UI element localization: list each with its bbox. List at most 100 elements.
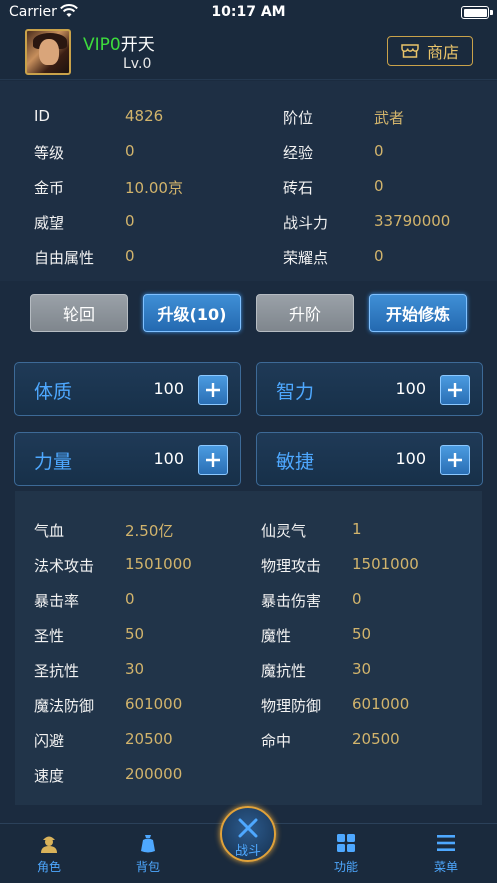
stat-row: 气血 2.50亿 仙灵气 1: [15, 520, 482, 544]
attribute-value: 100: [153, 449, 184, 468]
status-bar: Carrier 10:17 AM: [0, 0, 497, 26]
info-row: ID 4826 阶位 武者: [0, 107, 497, 131]
player-name: 开天: [120, 35, 155, 55]
stat-label: 物理攻击: [261, 557, 322, 575]
stat-value: 2.50亿: [125, 522, 174, 540]
reincarnate-button[interactable]: 轮回: [30, 294, 128, 332]
nav-bag[interactable]: 背包: [118, 832, 178, 880]
stat-value: 30: [125, 660, 145, 678]
info-value: 0: [374, 142, 384, 160]
stat-value: 50: [352, 625, 372, 643]
nav-label: 角色: [36, 860, 61, 874]
cultivate-button[interactable]: 开始修炼: [369, 294, 467, 332]
stat-value: 20500: [352, 730, 400, 748]
player-level: Lv.0: [123, 56, 152, 72]
stat-value: 601000: [125, 695, 183, 713]
info-label: 砖石: [283, 179, 314, 197]
battery-icon: [461, 6, 493, 19]
stat-value: 1501000: [125, 555, 192, 573]
stat-label: 物理防御: [261, 697, 322, 715]
stat-value: 1501000: [352, 555, 419, 573]
nav-menu[interactable]: 菜单: [416, 832, 476, 880]
stat-label: 魔法防御: [34, 697, 95, 715]
info-value: 0: [374, 247, 384, 265]
stat-label: 魔抗性: [261, 662, 307, 680]
info-label: 自由属性: [34, 249, 95, 267]
attribute-agility: 敏捷 100: [256, 432, 483, 486]
info-label: 等级: [34, 144, 65, 162]
stat-value: 200000: [125, 765, 183, 783]
stat-label: 圣抗性: [34, 662, 80, 680]
attribute-name: 智力: [276, 381, 315, 403]
attribute-value: 100: [395, 449, 426, 468]
avatar[interactable]: [25, 29, 71, 75]
promote-button[interactable]: 升阶: [256, 294, 354, 332]
nav-label: 功能: [333, 860, 358, 874]
add-intelligence-button[interactable]: [440, 375, 470, 405]
stat-label: 气血: [34, 522, 65, 540]
info-value: 0: [125, 247, 135, 265]
info-label: 金币: [34, 179, 65, 197]
info-row: 威望 0 战斗力 33790000: [0, 212, 497, 236]
shop-label: 商店: [426, 43, 459, 62]
bag-icon: [141, 835, 155, 853]
player-title: VIP0开天: [83, 30, 155, 55]
stat-row: 速度 200000: [15, 765, 482, 789]
stat-value: 601000: [352, 695, 410, 713]
info-label: 战斗力: [283, 214, 329, 232]
vip-label: VIP0: [83, 35, 121, 55]
upgrade-button[interactable]: 升级(10): [143, 294, 241, 332]
stat-row: 魔法防御 601000 物理防御 601000: [15, 695, 482, 719]
stat-value: 0: [125, 590, 135, 608]
info-row: 等级 0 经验 0: [0, 142, 497, 166]
attribute-name: 体质: [34, 381, 73, 403]
player-header: VIP0开天 Lv.0 商店: [0, 26, 497, 80]
stat-label: 暴击伤害: [261, 592, 322, 610]
attribute-value: 100: [153, 379, 184, 398]
attribute-intelligence: 智力 100: [256, 362, 483, 416]
stat-row: 法术攻击 1501000 物理攻击 1501000: [15, 555, 482, 579]
stat-label: 命中: [261, 732, 292, 750]
plus-icon: [448, 383, 462, 397]
stat-label: 魔性: [261, 627, 292, 645]
nav-label: 背包: [135, 860, 160, 874]
info-label: 经验: [283, 144, 314, 162]
stat-value: 0: [352, 590, 362, 608]
nav-label: 战斗: [234, 844, 261, 859]
nav-battle[interactable]: 战斗: [220, 806, 276, 862]
status-time: 10:17 AM: [211, 4, 286, 20]
nav-role[interactable]: 角色: [19, 832, 79, 880]
stat-value: 20500: [125, 730, 173, 748]
character-icon: [41, 836, 57, 853]
stat-label: 暴击率: [34, 592, 80, 610]
info-value: 武者: [374, 109, 405, 127]
stat-label: 圣性: [34, 627, 65, 645]
add-agility-button[interactable]: [440, 445, 470, 475]
info-value: 0: [125, 212, 135, 230]
shop-icon: [401, 44, 419, 58]
info-value: 4826: [125, 107, 164, 125]
plus-icon: [206, 383, 220, 397]
info-row: 金币 10.00京 砖石 0: [0, 177, 497, 201]
stat-value: 30: [352, 660, 372, 678]
stat-label: 法术攻击: [34, 557, 95, 575]
menu-icon: [437, 835, 455, 851]
stat-row: 闪避 20500 命中 20500: [15, 730, 482, 754]
add-strength-button[interactable]: [198, 445, 228, 475]
combat-stats-panel: 气血 2.50亿 仙灵气 1 法术攻击 1501000 物理攻击 1501000…: [15, 491, 482, 805]
stat-label: 仙灵气: [261, 522, 307, 540]
info-label: 威望: [34, 214, 65, 232]
info-value: 0: [374, 177, 384, 195]
attribute-name: 敏捷: [276, 451, 315, 473]
info-value: 10.00京: [125, 179, 183, 197]
stat-value: 50: [125, 625, 145, 643]
basic-info-panel: ID 4826 阶位 武者 等级 0 经验 0 金币 10.00京 砖石 0 威…: [0, 81, 497, 281]
info-row: 自由属性 0 荣耀点 0: [0, 247, 497, 271]
stat-row: 暴击率 0 暴击伤害 0: [15, 590, 482, 614]
nav-function[interactable]: 功能: [316, 832, 376, 880]
stat-row: 圣抗性 30 魔抗性 30: [15, 660, 482, 684]
crossed-swords-icon: [238, 818, 258, 838]
attribute-strength: 力量 100: [14, 432, 241, 486]
shop-button[interactable]: 商店: [387, 36, 473, 66]
add-constitution-button[interactable]: [198, 375, 228, 405]
